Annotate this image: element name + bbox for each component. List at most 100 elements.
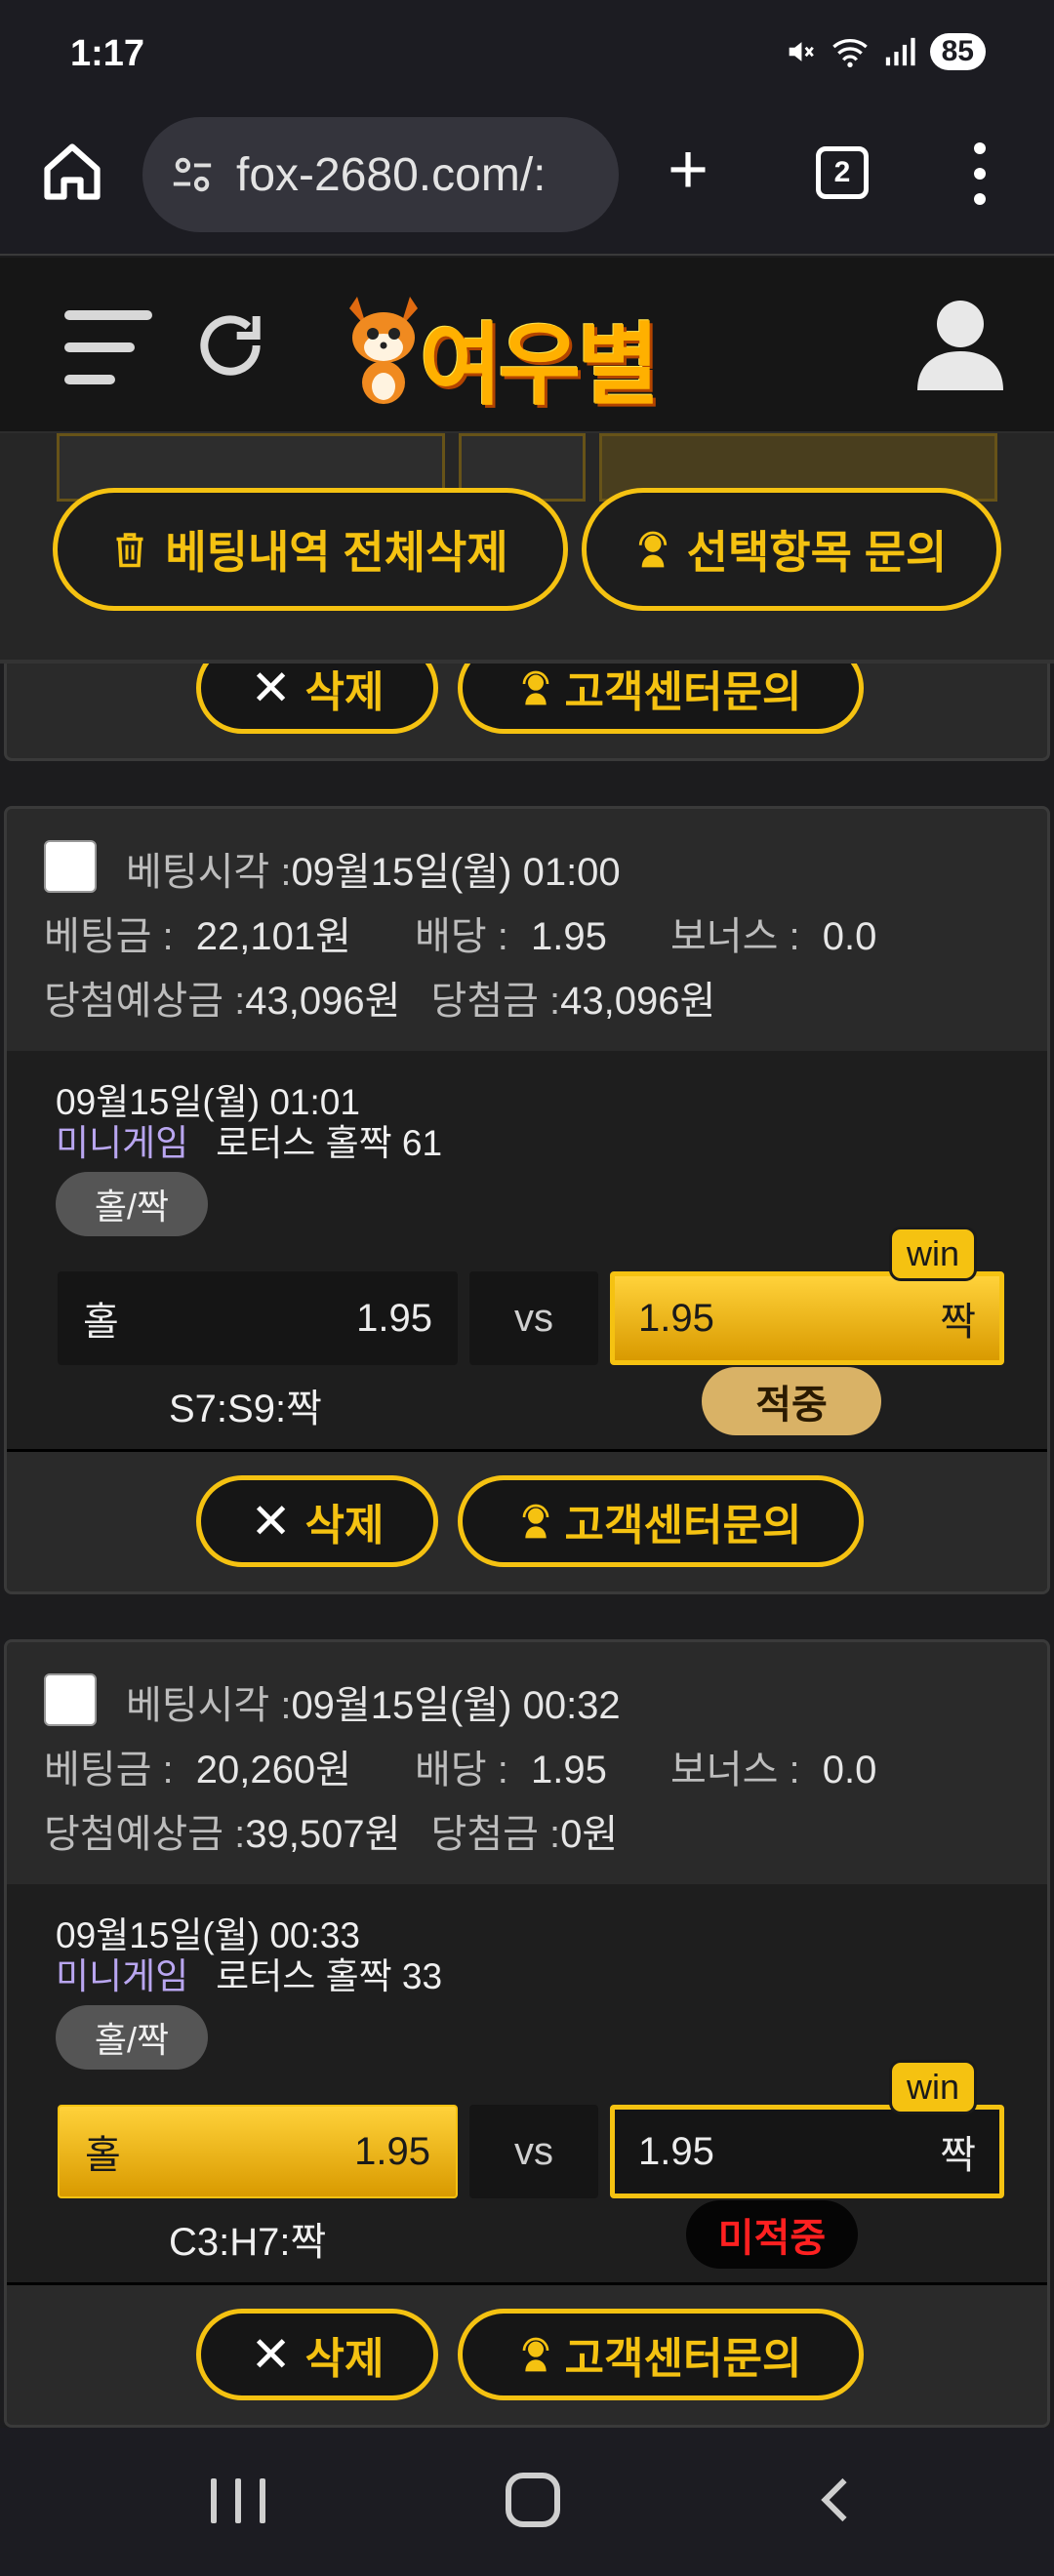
vs-label: vs — [469, 1271, 598, 1365]
inquiry-selected-button[interactable]: 선택항목 문의 — [582, 488, 1001, 611]
bulk-action-bar: 베팅내역 전체삭제 선택항목 문의 — [0, 433, 1054, 664]
url-text: fox-2680.com/: — [236, 148, 547, 201]
status-badge: 미적중 — [686, 2200, 858, 2269]
away-option-label: 짝 — [940, 1301, 976, 1344]
close-icon: ✕ — [250, 2327, 292, 2382]
bet-time-line: 베팅시각 :09월15일(월) 01:00 — [126, 840, 621, 897]
previous-card-footer: ✕ 삭제 고객센터문의 — [4, 664, 1050, 761]
odds-row: 홀 1.95 vs 1.95 짝 win — [58, 2060, 1004, 2198]
expected-payout-value: 43,096원 — [245, 980, 401, 1023]
market-pill: 홀/짝 — [56, 2005, 208, 2070]
site-logo[interactable]: 여우별 — [340, 279, 710, 418]
expected-payout-value: 39,507원 — [245, 1813, 401, 1856]
inquiry-selected-label: 선택항목 문의 — [686, 527, 948, 578]
payout-line: 당첨예상금 :39,507원 당첨금 :0원 — [44, 1802, 618, 1859]
wifi-icon — [831, 39, 868, 67]
headset-icon — [522, 670, 548, 705]
bonus-label: 보너스 : — [669, 1749, 800, 1791]
delete-label: 삭제 — [304, 1502, 385, 1550]
recents-icon[interactable] — [211, 2478, 265, 2523]
win-badge: win — [889, 1227, 977, 1281]
delete-all-history-button[interactable]: 베팅내역 전체삭제 — [53, 488, 568, 611]
home-option-label: 홀 — [83, 1301, 119, 1344]
home-icon[interactable] — [39, 139, 105, 205]
customer-service-button[interactable]: 고객센터문의 — [458, 1475, 864, 1567]
customer-service-label: 고객센터문의 — [564, 1502, 802, 1550]
headset-icon — [522, 1504, 548, 1539]
customer-service-button[interactable]: 고객센터문의 — [458, 664, 864, 734]
browser-toolbar: fox-2680.com/: + 2 — [0, 109, 1054, 256]
odds-label: 배당 : — [415, 915, 508, 958]
bonus-value: 0.0 — [822, 915, 877, 958]
close-icon: ✕ — [250, 1494, 292, 1549]
win-badge: win — [889, 2060, 977, 2114]
bonus-label: 보너스 : — [669, 915, 800, 958]
refresh-icon[interactable] — [191, 306, 269, 384]
menu-icon[interactable] — [64, 310, 152, 384]
won-amount-label: 당첨금 : — [430, 1813, 561, 1856]
headset-icon — [638, 531, 667, 568]
address-bar[interactable]: fox-2680.com/: — [142, 117, 619, 232]
expected-payout-label: 당첨예상금 : — [44, 980, 246, 1023]
vs-label: vs — [469, 2105, 598, 2198]
odds-value: 1.95 — [531, 915, 607, 958]
home-nav-icon[interactable] — [506, 2473, 560, 2527]
game-result: S7:S9:짝 — [169, 1388, 322, 1430]
odds-value: 1.95 — [531, 1749, 607, 1791]
bet-time-line: 베팅시각 :09월15일(월) 00:32 — [126, 1673, 621, 1730]
won-amount-value: 43,096원 — [560, 980, 716, 1023]
away-option[interactable]: 1.95 짝 — [610, 2105, 1004, 2198]
headset-icon — [522, 2337, 548, 2372]
home-option[interactable]: 홀 1.95 — [58, 2105, 458, 2198]
bet-amount-label: 베팅금 : — [44, 1749, 174, 1791]
game-result: C3:H7:짝 — [169, 2221, 327, 2264]
close-icon: ✕ — [250, 664, 292, 715]
tab-switcher-button[interactable]: 2 — [816, 146, 869, 199]
bet-amount-line: 베팅금 : 22,101원 배당 : 1.95 보너스 : 0.0 — [44, 905, 876, 961]
back-icon[interactable] — [808, 2471, 867, 2529]
delete-all-label: 베팅내역 전체삭제 — [165, 527, 508, 578]
bet-card: 베팅시각 :09월15일(월) 01:00 베팅금 : 22,101원 배당 :… — [4, 806, 1050, 1594]
home-option-label: 홀 — [85, 2134, 121, 2177]
delete-label: 삭제 — [304, 668, 385, 716]
status-bar: 1:17 85 — [0, 0, 1054, 109]
customer-service-label: 고객센터문의 — [564, 668, 802, 716]
bet-amount-label: 베팅금 : — [44, 915, 174, 958]
away-option[interactable]: 1.95 짝 — [610, 1271, 1004, 1365]
user-icon[interactable] — [913, 297, 1007, 394]
odds-label: 배당 : — [415, 1749, 508, 1791]
game-name: 로터스 홀짝 33 — [216, 1956, 443, 1996]
mute-icon — [789, 42, 814, 61]
bet-time-label: 베팅시각 : — [126, 1684, 292, 1727]
trash-icon — [116, 533, 143, 568]
card-actions: ✕ 삭제 고객센터문의 — [7, 2282, 1047, 2425]
delete-button[interactable]: ✕ 삭제 — [196, 664, 438, 734]
bet-detail: 09월15일(월) 01:01 미니게임 로터스 홀짝 61 홀/짝 홀 1.95… — [7, 1051, 1047, 1449]
customer-service-button[interactable]: 고객센터문의 — [458, 2309, 864, 2400]
home-option[interactable]: 홀 1.95 — [58, 1271, 458, 1365]
site-header: 여우별 — [0, 258, 1054, 433]
delete-label: 삭제 — [304, 2335, 385, 2383]
odds-row: 홀 1.95 vs 1.95 짝 win — [58, 1227, 1004, 1365]
game-category: 미니게임 — [56, 1123, 189, 1163]
status-time: 1:17 — [70, 33, 145, 74]
bet-card: 베팅시각 :09월15일(월) 00:32 베팅금 : 20,260원 배당 :… — [4, 1639, 1050, 2428]
game-info: 미니게임 로터스 홀짝 61 — [56, 1113, 442, 1166]
customer-service-label: 고객센터문의 — [564, 2335, 802, 2383]
delete-button[interactable]: ✕ 삭제 — [196, 1475, 438, 1567]
signal-icon — [885, 37, 915, 66]
delete-button[interactable]: ✕ 삭제 — [196, 2309, 438, 2400]
away-option-odds: 1.95 — [638, 2129, 714, 2173]
new-tab-icon[interactable]: + — [668, 135, 709, 205]
bonus-value: 0.0 — [822, 1749, 877, 1791]
won-amount-label: 당첨금 : — [430, 980, 561, 1023]
bet-select-checkbox[interactable] — [44, 1673, 97, 1726]
bet-amount-value: 20,260원 — [195, 1749, 351, 1791]
site-settings-icon[interactable] — [170, 152, 215, 197]
fox-mascot-icon — [349, 297, 418, 404]
game-info: 미니게임 로터스 홀짝 33 — [56, 1947, 442, 1999]
bet-select-checkbox[interactable] — [44, 840, 97, 893]
status-badge: 적중 — [702, 1367, 881, 1435]
bet-amount-line: 베팅금 : 20,260원 배당 : 1.95 보너스 : 0.0 — [44, 1738, 876, 1794]
more-menu-icon[interactable] — [972, 142, 988, 205]
